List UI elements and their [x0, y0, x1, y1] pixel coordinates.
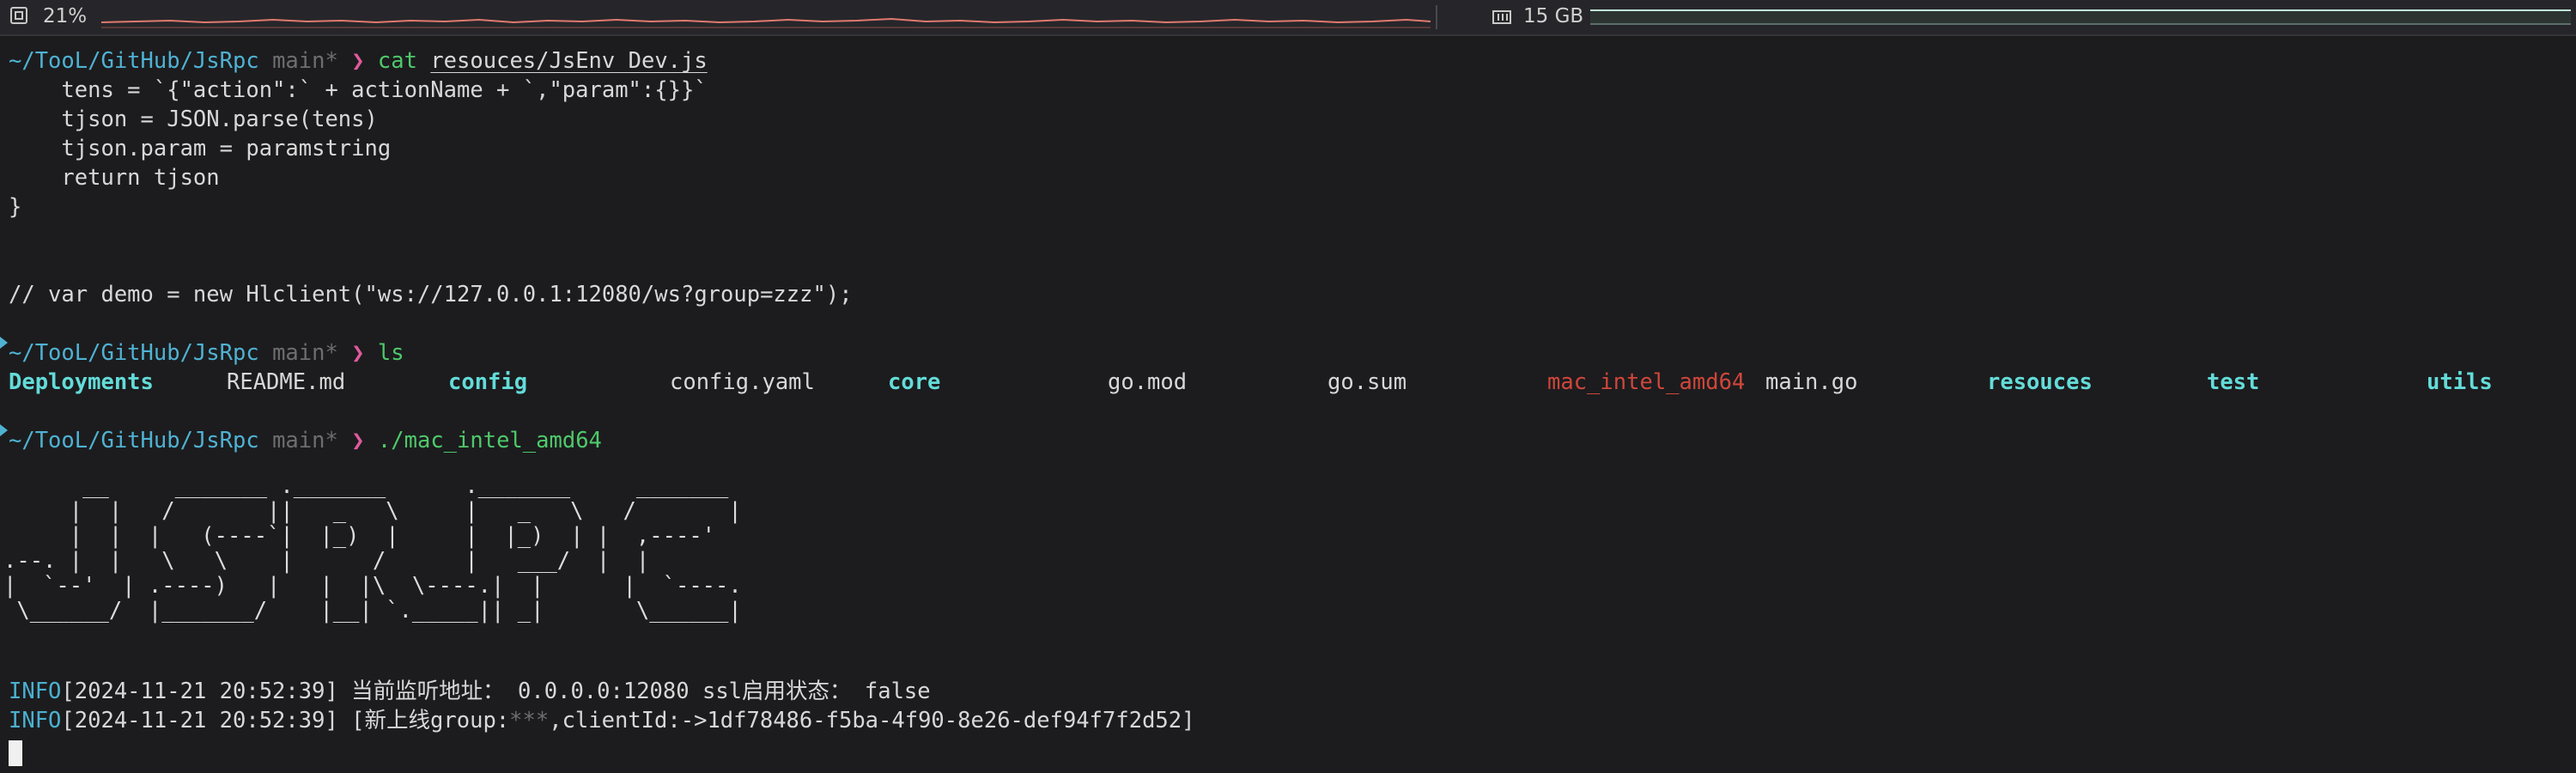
prompt-path: ~/TooL/GitHub/JsRpc — [9, 48, 259, 74]
code-line: } — [9, 194, 22, 220]
memory-usage-graph — [1590, 9, 2571, 25]
ls-entry-main-go: main.go — [1765, 369, 1858, 395]
git-branch: main* — [272, 428, 338, 453]
ls-entry-deployments: Deployments — [9, 369, 154, 395]
memory-usage-label: 15 GB — [1523, 5, 1584, 27]
git-branch: main* — [272, 340, 338, 366]
prompt-line-cat: ~/TooL/GitHub/JsRpc main* ❯ cat resouces… — [9, 46, 708, 76]
ls-entry-go-mod: go.mod — [1108, 369, 1188, 395]
status-divider — [1436, 5, 1437, 29]
cpu-usage-label: 21% — [43, 5, 88, 27]
log-message-prefix: [新上线group: — [337, 708, 510, 733]
code-line: tens = `{"action":` + actionName + `,"pa… — [9, 77, 708, 103]
ls-entry-go-sum: go.sum — [1327, 369, 1407, 395]
cpu-icon — [10, 7, 27, 24]
prompt-path: ~/TooL/GitHub/JsRpc — [9, 428, 259, 453]
prompt-mark-icon — [0, 337, 8, 349]
log-time: [2024-11-21 20:52:39] — [61, 679, 338, 704]
ls-entry-config: config — [448, 369, 528, 395]
menu-status-bar: 21% 15 GB — [0, 0, 2576, 36]
ls-output: Deployments README.md config config.yaml cor… — [9, 368, 2567, 397]
prompt-arrow: ❯ — [351, 48, 365, 74]
prompt-line-ls: ~/TooL/GitHub/JsRpc main* ❯ ls — [9, 338, 404, 368]
masked-group-name: *** — [509, 708, 550, 733]
log-level: INFO — [9, 679, 62, 704]
code-line: tjson.param = paramstring — [9, 136, 392, 161]
ls-entry-readme-md: README.md — [227, 369, 346, 395]
command-name: cat — [377, 48, 417, 74]
memory-icon — [1492, 10, 1511, 24]
command-argument: resouces/JsEnv_Dev.js — [430, 48, 708, 74]
ls-entry-config-yaml: config.yaml — [670, 369, 815, 395]
prompt-line-run: ~/TooL/GitHub/JsRpc main* ❯ ./mac_intel_… — [9, 426, 602, 455]
log-time: [2024-11-21 20:52:39] — [61, 708, 338, 733]
code-line: // var demo = new Hlclient("ws://127.0.0… — [9, 282, 853, 307]
command-name: ./mac_intel_amd64 — [377, 428, 602, 453]
git-branch: main* — [272, 48, 338, 74]
prompt-arrow: ❯ — [351, 340, 365, 366]
log-line: INFO[2024-11-21 20:52:39] [新上线group:***,… — [9, 706, 1194, 735]
log-message-suffix: ,clientId:->1df78486-f5ba-4f90-8e26-def9… — [549, 708, 1195, 733]
ls-entry-resouces: resouces — [1987, 369, 2093, 395]
terminal-window[interactable]: ~/TooL/GitHub/JsRpc main* ❯ cat resouces… — [0, 34, 2576, 773]
command-name: ls — [377, 340, 404, 366]
ls-entry-utils: utils — [2427, 369, 2493, 395]
code-line: tjson = JSON.parse(tens) — [9, 107, 378, 132]
prompt-mark-icon — [0, 424, 8, 436]
log-level: INFO — [9, 708, 62, 733]
terminal-cursor — [9, 740, 22, 766]
prompt-path: ~/TooL/GitHub/JsRpc — [9, 340, 259, 366]
prompt-arrow: ❯ — [351, 428, 365, 453]
cpu-usage-graph — [101, 17, 1431, 28]
jsrpc-ascii-banner: __ _______ ._______ ._______ _______ | |… — [3, 473, 742, 624]
ls-entry-core: core — [888, 369, 941, 395]
ls-entry-mac-intel-amd64: mac_intel_amd64 — [1547, 369, 1746, 395]
ls-entry-test: test — [2207, 369, 2260, 395]
code-line: return tjson — [9, 165, 220, 191]
log-message: 当前监听地址： 0.0.0.0:12080 ssl启用状态： false — [337, 679, 931, 704]
log-line: INFO[2024-11-21 20:52:39] 当前监听地址： 0.0.0.… — [9, 677, 931, 706]
